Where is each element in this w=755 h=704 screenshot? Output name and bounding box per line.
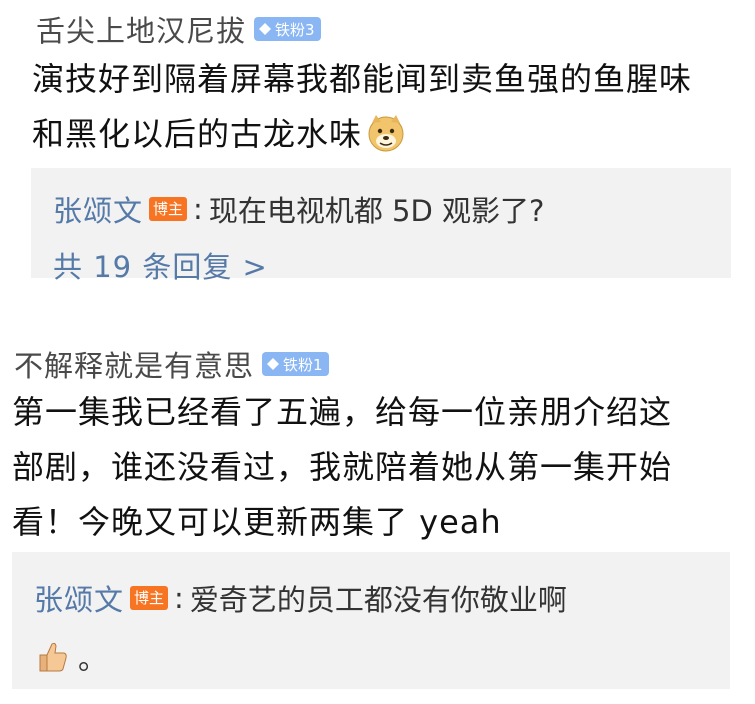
comment-text-line: 第一集我已经看了五遍，给每一位亲朋介绍这	[12, 393, 673, 431]
fan-badge-label: 铁粉1	[283, 355, 323, 374]
comment-header: 舌尖上地汉尼拔 铁粉3	[36, 8, 321, 50]
fan-badge-label: 铁粉3	[275, 20, 315, 39]
comment-username[interactable]: 舌尖上地汉尼拔	[36, 8, 246, 50]
diamond-icon	[267, 358, 280, 370]
more-replies-link[interactable]: 共 19 条回复 >	[53, 244, 268, 286]
comment-header: 不解释就是有意思 铁粉1	[14, 343, 329, 385]
reply-text: 爱奇艺的员工都没有你敬业啊	[189, 583, 567, 617]
reply-line: 张颂文 博主 : 爱奇艺的员工都没有你敬业啊	[34, 577, 567, 619]
thumbs-up-icon	[39, 642, 67, 672]
reply-line: 。	[34, 636, 107, 678]
doge-icon	[368, 115, 404, 152]
reply-author[interactable]: 张颂文	[53, 188, 143, 230]
comment-text-line: 和黑化以后的古龙水味	[32, 107, 692, 162]
reply-colon: :	[193, 192, 203, 226]
reply-author[interactable]: 张颂文	[34, 577, 124, 619]
fan-badge[interactable]: 铁粉3	[254, 17, 321, 41]
diamond-icon	[259, 23, 272, 35]
reply-text: 现在电视机都 5D 观影了?	[208, 194, 545, 228]
comment-text: 演技好到隔着屏幕我都能闻到卖鱼强的鱼腥味 和黑化以后的古龙水味	[32, 52, 692, 162]
reply-box[interactable]: 张颂文 博主 : 现在电视机都 5D 观影了? 共 19 条回复 >	[31, 168, 731, 284]
reply-box[interactable]: 张颂文 博主 : 爱奇艺的员工都没有你敬业啊 。	[12, 552, 730, 689]
reply-text-end: 。	[78, 642, 108, 676]
comment-text-line: 看！今晚又可以更新两集了 yeah	[12, 503, 502, 541]
reply-line: 张颂文 博主 : 现在电视机都 5D 观影了?	[53, 188, 544, 230]
host-tag: 博主	[130, 586, 169, 610]
comment-username[interactable]: 不解释就是有意思	[14, 343, 254, 385]
fan-badge[interactable]: 铁粉1	[262, 352, 329, 376]
comment-text-line: 部剧，谁还没看过，我就陪着她从第一集开始	[12, 448, 673, 486]
comment-text-line: 演技好到隔着屏幕我都能闻到卖鱼强的鱼腥味	[32, 60, 693, 98]
reply-colon: :	[174, 581, 184, 615]
comment-text: 第一集我已经看了五遍，给每一位亲朋介绍这 部剧，谁还没看过，我就陪着她从第一集开…	[12, 385, 672, 550]
host-tag: 博主	[149, 197, 188, 221]
